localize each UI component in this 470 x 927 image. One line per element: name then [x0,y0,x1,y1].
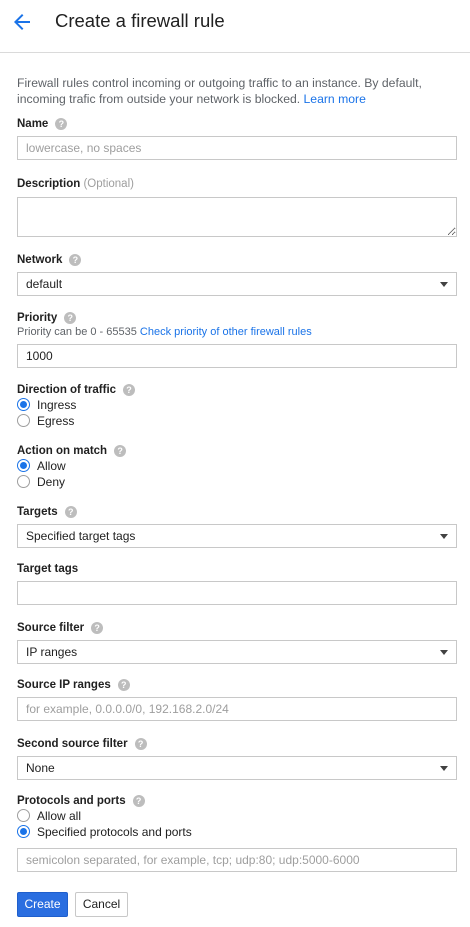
page-title: Create a firewall rule [55,10,225,31]
second-source-label-text: Second source filter [17,738,128,750]
dropdown-caret-icon [440,766,448,771]
protocols-label-text: Protocols and ports [17,795,126,807]
dropdown-caret-icon [440,650,448,655]
radio-checked[interactable] [17,459,30,472]
priority-input[interactable] [17,344,457,368]
protocols-allow-all-option[interactable]: Allow all [17,809,81,825]
network-label: Network? [17,254,82,266]
second-source-label: Second source filter? [17,738,147,750]
network-selected-value: default [26,277,63,291]
targets-selected-value: Specified target tags [26,529,136,543]
protocols-label: Protocols and ports? [17,795,145,807]
help-icon[interactable]: ? [123,384,136,396]
priority-label-text: Priority [17,312,58,324]
help-icon[interactable]: ? [134,738,147,750]
help-icon[interactable]: ? [64,312,77,324]
help-icon[interactable]: ? [55,118,68,130]
radio-unchecked[interactable] [17,809,30,822]
action-label-text: Action on match [17,445,108,457]
help-icon[interactable]: ? [114,445,127,457]
radio-label: Allow [37,459,66,473]
second-source-selected-value: None [26,761,55,775]
radio-label: Ingress [37,398,77,412]
learn-more-link[interactable]: Learn more [304,92,366,106]
targets-label-text: Targets [17,506,58,518]
priority-hint-text: Priority can be 0 - 65535 [17,326,137,338]
target-tags-label: Target tags [17,563,78,575]
check-priority-link[interactable]: Check priority of other firewall rules [140,326,312,338]
source-filter-label: Source filter? [17,622,104,634]
targets-select[interactable]: Specified target tags [17,524,457,548]
second-source-select[interactable]: None [17,756,457,780]
radio-label: Deny [37,475,66,489]
help-icon[interactable]: ? [91,622,104,634]
page-header: Create a firewall rule [0,0,470,53]
direction-label-text: Direction of traffic [17,384,117,396]
action-label: Action on match? [17,445,127,457]
network-label-text: Network [17,254,63,266]
source-ip-label: Source IP ranges? [17,679,130,691]
direction-ingress-option[interactable]: Ingress [17,398,76,414]
name-label-text: Name [17,118,49,130]
source-ip-input[interactable] [17,697,457,721]
dropdown-caret-icon [440,282,448,287]
arrow-back-icon[interactable] [10,10,34,34]
help-icon[interactable]: ? [64,506,77,518]
name-input[interactable] [17,136,457,160]
action-allow-option[interactable]: Allow [17,459,66,475]
direction-egress-option[interactable]: Egress [17,414,74,430]
intro-text: Firewall rules control incoming or outgo… [17,75,457,107]
targets-label: Targets? [17,506,77,518]
dropdown-caret-icon [440,534,448,539]
protocols-ports-input[interactable] [17,848,457,872]
description-input[interactable] [17,197,457,237]
source-ip-label-text: Source IP ranges [17,679,111,691]
radio-unchecked[interactable] [17,414,30,427]
help-icon[interactable]: ? [117,679,130,691]
direction-label: Direction of traffic? [17,384,136,396]
help-icon[interactable]: ? [69,254,82,266]
description-label-text: Description [17,178,81,190]
cancel-button[interactable]: Cancel [75,892,128,917]
optional-tag: (Optional) [83,178,134,190]
help-icon[interactable]: ? [132,795,145,807]
description-label: Description (Optional) [17,178,134,190]
source-filter-label-text: Source filter [17,622,85,634]
priority-label: Priority? [17,312,77,324]
action-deny-option[interactable]: Deny [17,475,65,491]
radio-checked[interactable] [17,398,30,411]
radio-label: Specified protocols and ports [37,825,192,839]
name-label: Name? [17,118,68,130]
network-select[interactable]: default [17,272,457,296]
protocols-specified-option[interactable]: Specified protocols and ports [17,825,192,841]
radio-checked[interactable] [17,825,30,838]
target-tags-input[interactable] [17,581,457,605]
priority-hint: Priority can be 0 - 65535 Check priority… [17,326,312,338]
source-filter-select[interactable]: IP ranges [17,640,457,664]
radio-unchecked[interactable] [17,475,30,488]
create-button[interactable]: Create [17,892,68,917]
radio-label: Allow all [37,809,82,823]
radio-label: Egress [37,414,75,428]
target-tags-label-text: Target tags [17,563,79,575]
source-filter-selected-value: IP ranges [26,645,78,659]
